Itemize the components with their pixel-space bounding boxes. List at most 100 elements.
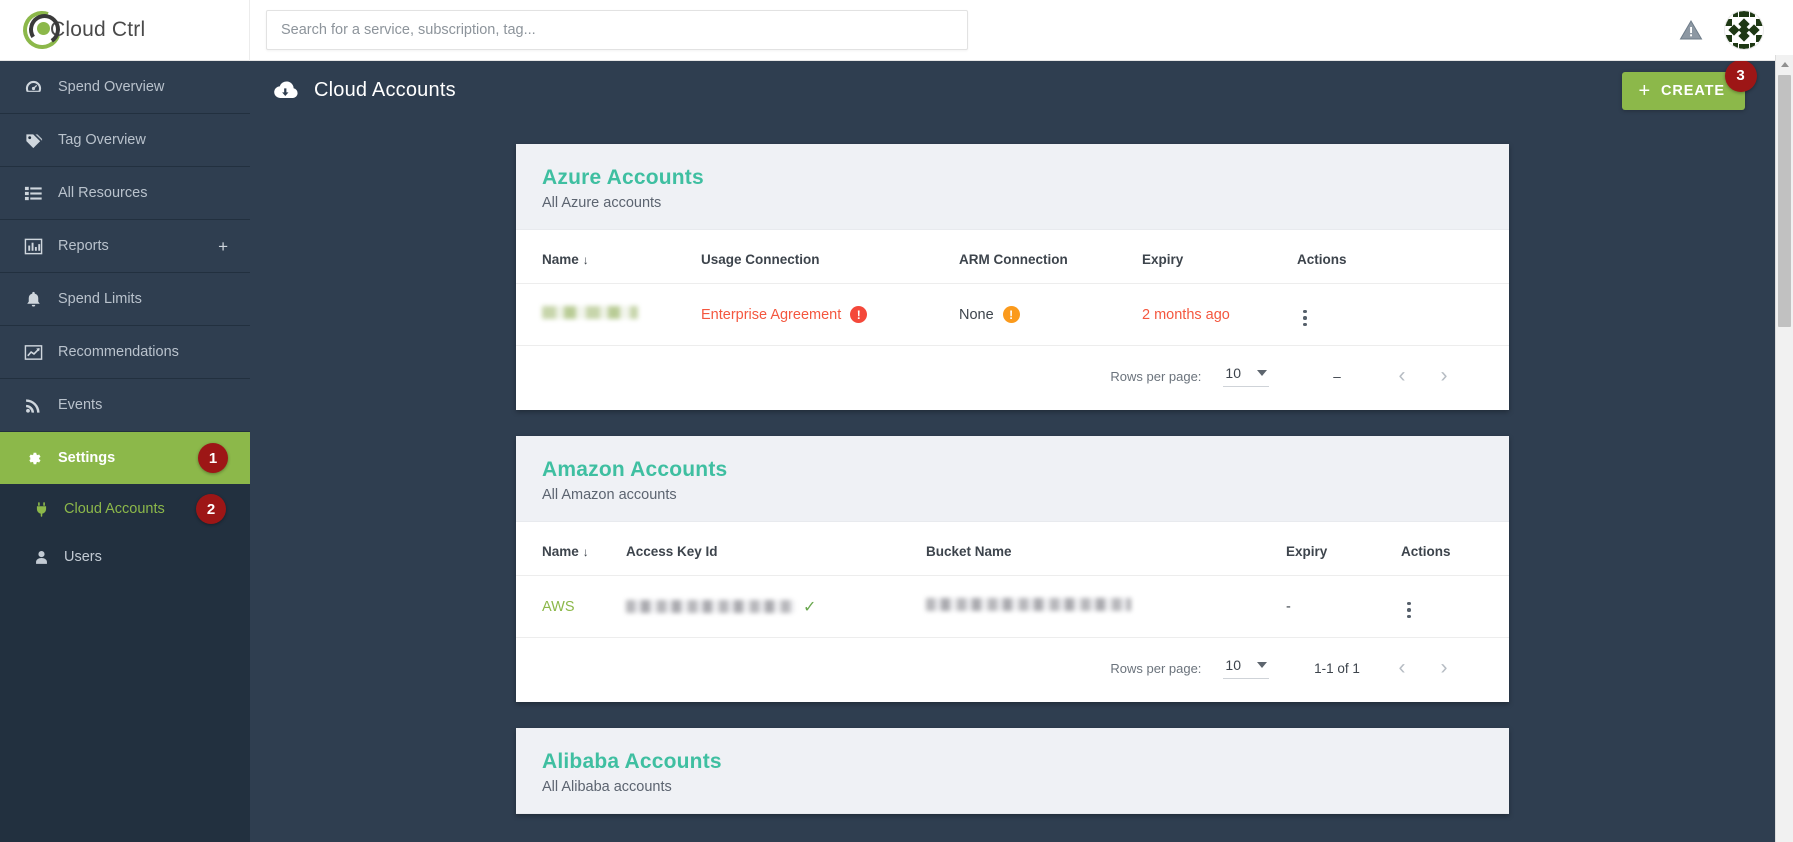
table-row[interactable]: Enterprise Agreement ! None ! 2 months a… — [516, 284, 1509, 346]
sidebar-item-label: Reports — [58, 238, 109, 254]
account-name-link[interactable]: AWS — [542, 599, 575, 615]
card-title: Alibaba Accounts — [542, 750, 1483, 774]
kebab-menu-icon[interactable] — [1401, 600, 1417, 621]
sidebar-subitem-label: Cloud Accounts — [64, 501, 165, 517]
search-input[interactable] — [266, 10, 968, 50]
azure-accounts-card: Azure Accounts All Azure accounts Name ↓ … — [516, 144, 1509, 410]
rows-per-page-label: Rows per page: — [1110, 369, 1201, 384]
create-button[interactable]: + CREATE 3 — [1622, 72, 1745, 110]
cell-access-key-id: ✓ — [626, 576, 926, 638]
chevron-down-icon — [1257, 662, 1267, 668]
azure-accounts-table: Name ↓ Usage Connection ARM Connection Ex… — [516, 230, 1509, 346]
cell-bucket-name — [926, 576, 1286, 638]
card-subtitle: All Alibaba accounts — [542, 779, 1483, 795]
chevron-right-icon[interactable]: › — [1423, 656, 1465, 680]
column-header-actions: Actions — [1297, 230, 1509, 284]
bell-icon — [22, 290, 44, 309]
column-label: Name — [542, 252, 579, 267]
page-title: Cloud Accounts — [314, 79, 456, 102]
sidebar-item-spend-limits[interactable]: Spend Limits — [0, 273, 250, 325]
settings-step-badge: 1 — [198, 443, 228, 473]
sidebar-item-settings[interactable]: Settings 1 — [0, 432, 250, 484]
list-icon — [22, 184, 44, 203]
sidebar-item-spend-overview[interactable]: Spend Overview — [0, 61, 250, 113]
sidebar-item-label: Tag Overview — [58, 132, 146, 148]
cell-arm-connection: None ! — [959, 284, 1142, 346]
chevron-left-icon[interactable]: ‹ — [1381, 656, 1423, 680]
topbar-actions — [1679, 11, 1793, 49]
rows-per-page-select[interactable]: 10 — [1223, 657, 1269, 679]
kebab-menu-icon[interactable] — [1297, 308, 1313, 329]
column-header-name[interactable]: Name↓ — [516, 522, 626, 576]
cell-usage-connection: Enterprise Agreement ! — [701, 284, 959, 346]
rows-per-page-select[interactable]: 10 — [1223, 365, 1269, 387]
user-avatar-identicon[interactable] — [1725, 11, 1763, 49]
column-header-access-key-id[interactable]: Access Key Id — [626, 522, 926, 576]
column-header-bucket-name[interactable]: Bucket Name — [926, 522, 1286, 576]
plug-icon — [30, 501, 52, 518]
chevron-right-icon[interactable]: › — [1423, 364, 1465, 388]
sidebar-item-label: Settings — [58, 450, 115, 466]
table-row[interactable]: AWS ✓ - — [516, 576, 1509, 638]
bar-chart-icon — [22, 237, 44, 256]
page-scrollbar[interactable] — [1775, 55, 1793, 842]
sidebar-item-reports[interactable]: Reports + — [0, 220, 250, 272]
column-header-expiry[interactable]: Expiry — [1286, 522, 1401, 576]
cell-name: AWS — [516, 576, 626, 638]
scrollbar-thumb[interactable] — [1778, 75, 1791, 327]
amazon-accounts-table: Name↓ Access Key Id Bucket Name Expiry A… — [516, 522, 1509, 638]
content-area: Azure Accounts All Azure accounts Name↓ … — [250, 120, 1775, 842]
card-header: Azure Accounts All Azure accounts — [516, 144, 1509, 230]
usage-connection-value[interactable]: Enterprise Agreement — [701, 307, 841, 323]
sidebar-item-all-resources[interactable]: All Resources — [0, 167, 250, 219]
sidebar-item-events[interactable]: Events — [0, 379, 250, 431]
cloud-download-icon — [270, 76, 300, 106]
sidebar: Spend Overview Tag Overview All Resource… — [0, 61, 250, 842]
warning-icon[interactable]: ! — [1003, 306, 1020, 323]
chevron-left-icon[interactable]: ‹ — [1381, 364, 1423, 388]
line-chart-icon — [22, 343, 44, 362]
rss-icon — [22, 396, 44, 415]
cell-actions — [1401, 576, 1509, 638]
rows-per-page-value: 10 — [1225, 365, 1241, 381]
column-header-name[interactable]: Name ↓ — [516, 230, 701, 284]
arm-connection-value: None — [959, 307, 994, 323]
sidebar-item-users[interactable]: Users — [0, 533, 250, 581]
alibaba-accounts-card: Alibaba Accounts All Alibaba accounts — [516, 728, 1509, 814]
cell-expiry: - — [1286, 576, 1401, 638]
sidebar-expand-reports[interactable]: + — [218, 238, 228, 255]
sidebar-item-label: All Resources — [58, 185, 147, 201]
error-icon[interactable]: ! — [850, 306, 867, 323]
scroll-up-arrow-icon[interactable] — [1776, 55, 1793, 73]
sidebar-item-recommendations[interactable]: Recommendations — [0, 326, 250, 378]
sidebar-item-tag-overview[interactable]: Tag Overview — [0, 114, 250, 166]
amazon-pagination: Rows per page: 10 1-1 of 1 ‹ › — [516, 638, 1509, 702]
create-button-label: CREATE — [1661, 83, 1725, 99]
table-header: Name ↓ Usage Connection ARM Connection Ex… — [516, 230, 1509, 284]
expiry-value: 2 months ago — [1142, 307, 1230, 323]
person-icon — [30, 549, 52, 566]
table-body: AWS ✓ - — [516, 576, 1509, 638]
sort-descending-icon: ↓ — [583, 253, 589, 267]
warning-triangle-icon[interactable] — [1679, 18, 1703, 42]
rows-per-page-label: Rows per page: — [1110, 661, 1201, 676]
column-header-usage-connection[interactable]: Usage Connection — [701, 230, 959, 284]
column-header-actions: Actions — [1401, 522, 1509, 576]
redacted-account-name — [542, 306, 638, 319]
column-label: Name — [542, 544, 579, 559]
redacted-access-key-id — [626, 600, 794, 613]
redacted-bucket-name — [926, 598, 1131, 611]
cell-expiry: 2 months ago — [1142, 284, 1297, 346]
sidebar-item-cloud-accounts[interactable]: Cloud Accounts 2 — [0, 485, 250, 533]
sidebar-item-label: Spend Limits — [58, 291, 142, 307]
sidebar-subitem-label: Users — [64, 549, 102, 565]
brand-logo[interactable]: Cloud Ctrl — [0, 0, 250, 61]
chevron-down-icon — [1257, 370, 1267, 376]
card-title: Amazon Accounts — [542, 458, 1483, 482]
azure-pagination: Rows per page: 10 – ‹ › — [516, 346, 1509, 410]
rows-per-page-value: 10 — [1225, 657, 1241, 673]
card-subtitle: All Amazon accounts — [542, 487, 1483, 503]
pagination-range: 1-1 of 1 — [1311, 661, 1363, 676]
column-header-expiry[interactable]: Expiry — [1142, 230, 1297, 284]
column-header-arm-connection[interactable]: ARM Connection — [959, 230, 1142, 284]
